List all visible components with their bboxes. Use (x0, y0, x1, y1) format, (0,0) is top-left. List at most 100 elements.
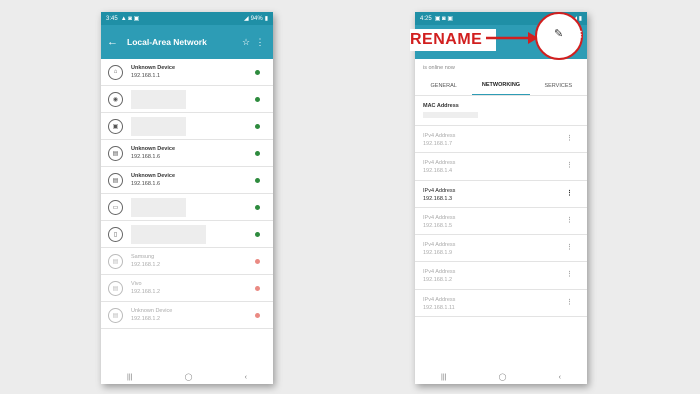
device-row[interactable]: ▭ (101, 194, 273, 221)
device-icon: ▤ (108, 280, 123, 296)
ip-address-label: IPv4 Address (423, 269, 456, 276)
device-ip: 192.168.1.2 (131, 262, 161, 268)
device-row[interactable]: ▤ Unknown Device 192.168.1.6 (101, 167, 273, 194)
router-icon: ⌂ (108, 64, 123, 80)
ip-address-row[interactable]: IPv4 Address 192.168.1.11 ⋮ (415, 290, 587, 318)
device-name: Unknown Device (131, 65, 176, 71)
home-icon[interactable]: ◯ (185, 373, 193, 381)
device-text: Vivo 192.168.1.2 (131, 280, 266, 296)
ip-address-row[interactable]: IPv4 Address 192.168.1.7 ⋮ (415, 126, 587, 154)
home-icon[interactable]: ◯ (499, 373, 507, 381)
ip-address-row[interactable]: IPv4 Address 192.168.1.2 ⋮ (415, 262, 587, 290)
offline-status-dot (255, 259, 260, 264)
tab-general[interactable]: GENERAL (415, 76, 472, 95)
device-row[interactable]: ◉ (101, 86, 273, 113)
nav-bar: ||| ◯ ‹ (101, 370, 273, 384)
ip-address-value: 192.168.1.9 (423, 250, 453, 257)
notification-icons: ▣ ◙ ▣ (434, 16, 453, 22)
more-vert-icon[interactable]: ⋮ (566, 162, 573, 170)
device-icon: ▤ (108, 307, 123, 323)
device-row[interactable]: ▣ (101, 113, 273, 140)
device-name: Samsung (131, 254, 155, 260)
tab-services[interactable]: SERVICES (530, 76, 587, 95)
address-list: IPv4 Address 192.168.1.7 ⋮ IPv4 Address 192.… (415, 126, 587, 318)
online-status-dot (255, 70, 260, 75)
status-bar: 3:45 ▲ ◙ ▣ ◢ 94% ▮ (101, 12, 273, 25)
device-text: Unknown Device 192.168.1.1 (131, 64, 266, 80)
device-name: Vivo (131, 281, 142, 287)
more-vert-icon[interactable]: ⋮ (577, 30, 585, 39)
battery-icon: ▮ (264, 16, 268, 22)
ip-address-value: 192.168.1.7 (423, 141, 453, 147)
star-icon[interactable]: ☆ (239, 37, 253, 48)
more-vert-icon[interactable]: ⋮ (566, 217, 573, 225)
device-row[interactable]: ▯ (101, 221, 273, 248)
ip-address-row[interactable]: IPv4 Address 192.168.1.5 ⋮ (415, 208, 587, 236)
mac-address-value-redacted (423, 112, 478, 118)
more-vert-icon[interactable]: ⋮ (566, 190, 573, 198)
online-status-dot (255, 97, 260, 102)
device-ip: 192.168.1.1 (131, 73, 161, 79)
ip-address-label: IPv4 Address (423, 187, 456, 194)
offline-status-dot (255, 286, 260, 291)
redacted-device-name (131, 197, 186, 217)
phone-icon: ▯ (108, 226, 123, 242)
laptop-icon: ▭ (108, 199, 123, 215)
device-text: Unknown Device 192.168.1.6 (131, 172, 266, 188)
device-ip: 192.168.1.6 (131, 181, 161, 187)
device-icon: ▤ (108, 145, 123, 161)
ip-address-value: 192.168.1.5 (423, 222, 453, 229)
notification-icons: ▲ ◙ ▣ (120, 16, 140, 22)
ip-address-label: IPv4 Address (423, 133, 456, 139)
device-row[interactable]: ▤ Unknown Device 192.168.1.6 (101, 140, 273, 167)
device-row[interactable]: ▤ Unknown Device 192.168.1.2 (101, 302, 273, 329)
device-row[interactable]: ▤ Samsung 192.168.1.2 (101, 248, 273, 275)
device-name: Unknown Device (131, 308, 173, 314)
device-text: Samsung 192.168.1.2 (131, 253, 266, 269)
device-icon: ▣ (108, 118, 123, 134)
back-arrow-icon[interactable]: ← (107, 36, 123, 48)
device-ip: 192.168.1.6 (131, 154, 161, 160)
ip-address-value: 192.168.1.3 (423, 195, 453, 202)
mac-address-label: MAC Address (423, 103, 459, 109)
more-vert-icon[interactable]: ⋮ (566, 271, 573, 279)
device-ip: 192.168.1.2 (131, 289, 161, 295)
device-name: Unknown Device (131, 146, 176, 152)
ip-address-value: 192.168.1.11 (423, 304, 455, 311)
more-vert-icon[interactable]: ⋮ (566, 299, 573, 307)
tab-networking[interactable]: NETWORKING (472, 76, 530, 95)
page-title: Local-Area Network (127, 37, 207, 47)
offline-status-dot (255, 313, 260, 318)
more-vert-icon[interactable]: ⋮ (566, 244, 573, 252)
device-row[interactable]: ▤ Vivo 192.168.1.2 (101, 275, 273, 302)
device-ip: 192.168.1.2 (131, 316, 161, 322)
edit-pencil-icon[interactable]: ✎ (554, 27, 563, 40)
recents-icon[interactable]: ||| (127, 374, 132, 381)
ip-address-label: IPv4 Address (423, 160, 456, 167)
ip-address-label: IPv4 Address (423, 214, 456, 221)
redacted-device-name (131, 89, 186, 109)
rename-arrow (486, 32, 538, 44)
ip-address-row[interactable]: IPv4 Address 192.168.1.3 ⋮ (415, 181, 587, 208)
ip-address-row[interactable]: IPv4 Address 192.168.1.9 ⋮ (415, 235, 587, 263)
back-nav-icon[interactable]: ‹ (559, 374, 561, 381)
tab-bar: GENERAL NETWORKING SERVICES (415, 76, 587, 96)
gamepad-icon: ◉ (108, 91, 123, 107)
back-nav-icon[interactable]: ‹ (245, 374, 247, 381)
mac-address-section: MAC Address (415, 96, 587, 126)
device-icon: ▤ (108, 172, 123, 188)
ip-address-value: 192.168.1.4 (423, 168, 453, 175)
device-name: Unknown Device (131, 173, 176, 179)
more-vert-icon[interactable]: ⋮ (566, 135, 573, 143)
device-text: Unknown Device 192.168.1.6 (131, 145, 266, 161)
ip-address-row[interactable]: IPv4 Address 192.168.1.4 ⋮ (415, 153, 587, 181)
online-status: is online now (423, 65, 455, 71)
device-row[interactable]: ⌂ Unknown Device 192.168.1.1 (101, 59, 273, 86)
redacted-device-name (131, 116, 186, 136)
more-vert-icon[interactable]: ⋮ (253, 37, 267, 48)
device-list: ⌂ Unknown Device 192.168.1.1 ◉ ▣ ▤ Unknown Dev… (101, 59, 273, 329)
recents-icon[interactable]: ||| (441, 374, 446, 381)
device-text: Unknown Device 192.168.1.2 (131, 307, 266, 323)
status-time: 3:45 (106, 15, 118, 22)
online-status-dot (255, 124, 260, 129)
